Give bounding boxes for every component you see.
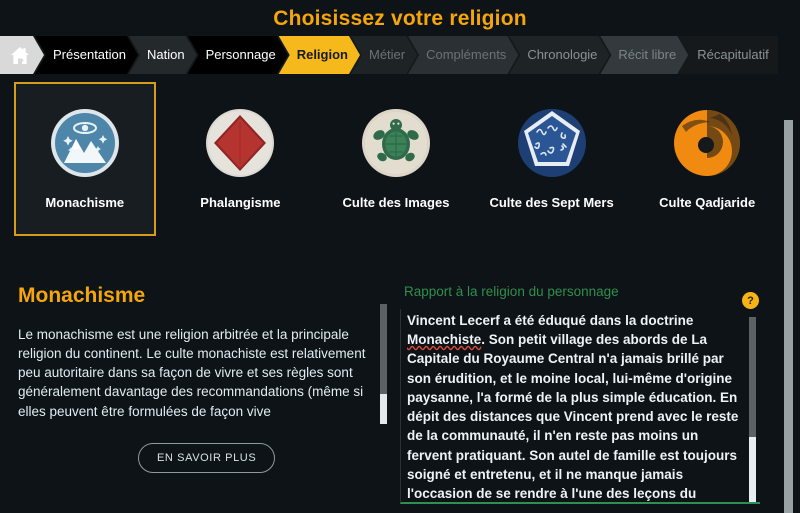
home-icon: [10, 46, 30, 65]
breadcrumb-step-presentation[interactable]: Présentation: [35, 36, 138, 74]
report-scrollbar-thumb[interactable]: [749, 437, 756, 502]
report-misspelled-word: Monachiste: [407, 332, 482, 348]
breadcrumb-step-label: Récapitulatif: [697, 47, 769, 63]
report-label: Rapport à la religion du personnage: [404, 284, 619, 299]
religion-card-monachisme[interactable]: Monachisme: [14, 82, 156, 236]
religion-card-label: Phalangisme: [200, 194, 281, 210]
breadcrumb-step-label: Chronologie: [527, 47, 598, 63]
religion-card-label: Culte des Images: [342, 194, 450, 210]
breadcrumb-step-label: Compléments: [426, 47, 507, 63]
character-report-pane: Rapport à la religion du personnage ? Vi…: [392, 262, 778, 513]
religion-detail-title: Monachisme: [18, 284, 146, 307]
breadcrumb-step-label: Nation: [147, 47, 185, 63]
report-textarea[interactable]: Vincent Lecerf a été éduqué dans la doct…: [400, 309, 760, 504]
religion-card-culte-des-sept-mers[interactable]: Culte des Sept Mers: [481, 82, 623, 236]
religion-card-culte-des-images[interactable]: Culte des Images: [325, 82, 467, 236]
breadcrumb-step-chronologie[interactable]: Chronologie: [509, 36, 609, 74]
report-scrollbar-track-upper: [749, 317, 756, 437]
description-scrollbar[interactable]: [380, 304, 387, 424]
mountain-eye-emblem: [50, 108, 120, 178]
report-text-before: Vincent Lecerf a été éduqué dans la doct…: [407, 313, 694, 328]
religion-card-culte-qadjaride[interactable]: Culte Qadjaride: [636, 82, 778, 236]
breadcrumb-step-label: Présentation: [53, 47, 126, 63]
description-scrollbar-thumb[interactable]: [380, 394, 387, 424]
breadcrumb-step-label: Récit libre: [618, 47, 677, 63]
breadcrumb-step-religion[interactable]: Religion: [279, 36, 360, 74]
breadcrumb-step-metier[interactable]: Métier: [351, 36, 417, 74]
detail-section: Monachisme Le monachisme est une religio…: [0, 262, 778, 513]
breadcrumb-step-nation[interactable]: Nation: [129, 36, 197, 74]
religion-detail-description: Le monachisme est une religion arbitrée …: [18, 327, 366, 419]
description-scrollbar-track-upper: [380, 304, 387, 394]
blue-heptagon-emblem: [517, 108, 587, 178]
breadcrumb-step-recapitulatif[interactable]: Récapitulatif: [679, 36, 778, 74]
religion-card-phalangisme[interactable]: Phalangisme: [170, 82, 312, 236]
religion-card-label: Culte Qadjaride: [659, 194, 756, 210]
breadcrumb-home-button[interactable]: [0, 36, 44, 74]
breadcrumb-step-label: Religion: [296, 47, 348, 63]
question-mark-icon[interactable]: ?: [742, 292, 759, 309]
report-text: Vincent Lecerf a été éduqué dans la doct…: [401, 309, 760, 502]
breadcrumb: Présentation Nation Personnage Religion …: [0, 36, 778, 74]
breadcrumb-step-complements[interactable]: Compléments: [408, 36, 518, 74]
breadcrumb-step-label: Métier: [368, 47, 406, 63]
breadcrumb-step-recit-libre[interactable]: Récit libre: [600, 36, 688, 74]
learn-more-button[interactable]: EN SAVOIR PLUS: [138, 443, 276, 473]
report-scrollbar[interactable]: [749, 317, 756, 502]
red-diamond-emblem: [205, 108, 275, 178]
breadcrumb-step-personnage[interactable]: Personnage: [188, 36, 288, 74]
orange-spiral-emblem: [672, 108, 742, 178]
religion-detail-pane: Monachisme Le monachisme est une religio…: [0, 262, 392, 513]
religion-card-label: Monachisme: [45, 194, 125, 210]
religion-card-label: Culte des Sept Mers: [489, 194, 614, 210]
page-title: Choisissez votre religion: [273, 7, 527, 30]
page-scrollbar[interactable]: [778, 0, 800, 513]
breadcrumb-step-label: Personnage: [205, 47, 276, 63]
turtle-emblem: [361, 108, 431, 178]
page-scrollbar-thumb[interactable]: [784, 120, 793, 513]
religion-card-list: Monachisme Phalangisme Culte des Images …: [0, 82, 778, 252]
report-text-after: . Son petit village des abords de La Cap…: [407, 332, 739, 502]
